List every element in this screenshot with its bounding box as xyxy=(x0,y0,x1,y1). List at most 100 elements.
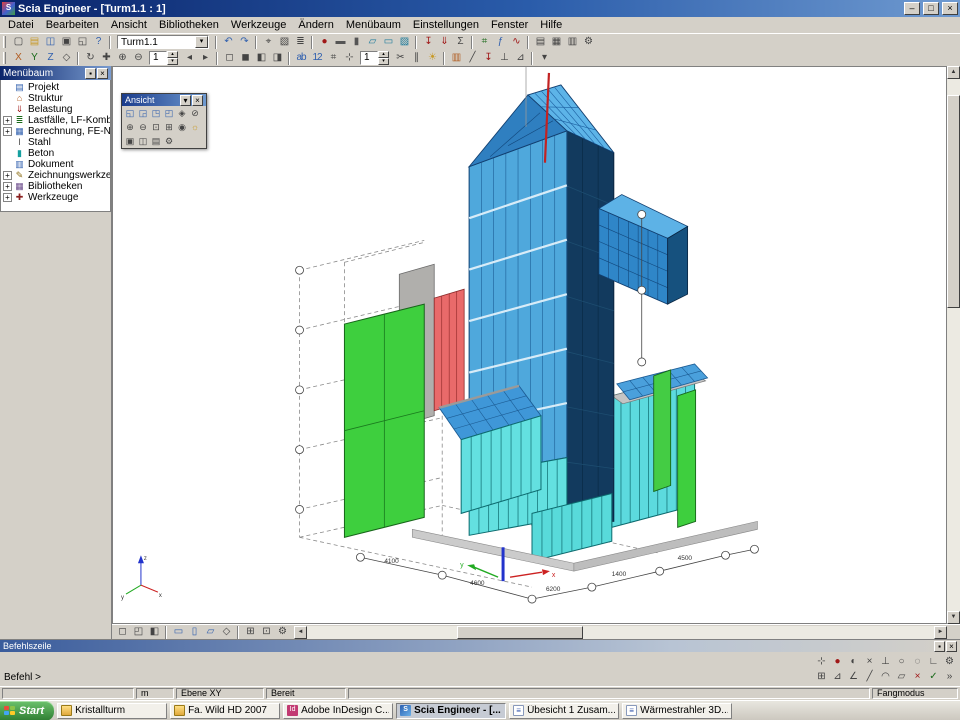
select-rect-icon[interactable]: ▧ xyxy=(276,35,292,50)
redo-icon[interactable]: ↷ xyxy=(236,35,252,50)
results-icon[interactable]: ∿ xyxy=(508,35,524,50)
clipping-icon[interactable]: ✂ xyxy=(392,51,408,66)
menu-menübaum[interactable]: Menübaum xyxy=(340,18,407,32)
toolbar-grip[interactable] xyxy=(3,52,6,64)
pin-icon[interactable]: ▪ xyxy=(85,68,96,79)
select-icon[interactable]: ⌖ xyxy=(260,35,276,50)
help-icon[interactable]: ? xyxy=(90,35,106,50)
restore-button[interactable]: □ xyxy=(923,2,939,15)
scrollbar-track[interactable] xyxy=(947,79,960,611)
sidebar-item-werkzeuge[interactable]: +✚Werkzeuge xyxy=(3,192,110,203)
spin-up-icon[interactable]: ▴ xyxy=(378,51,389,58)
menu-bearbeiten[interactable]: Bearbeiten xyxy=(40,18,105,32)
layers-icon[interactable]: ≣ xyxy=(292,35,308,50)
horizontal-scrollbar[interactable]: ◄ ► xyxy=(294,626,947,639)
input-polygon-icon[interactable]: ▱ xyxy=(893,669,909,684)
spin-down-icon[interactable]: ▾ xyxy=(378,58,389,65)
hidden-lines-icon[interactable]: ◰ xyxy=(130,625,146,640)
view-top-icon[interactable]: ◱ xyxy=(123,107,136,120)
zoom-window-icon[interactable]: ⊡ xyxy=(149,121,162,134)
members-icon[interactable]: ╱ xyxy=(464,51,480,66)
title-bar[interactable]: S Scia Engineer - [Turm1.1 : 1] – □ × xyxy=(0,0,960,17)
plane-xz-icon[interactable]: ▯ xyxy=(186,625,202,640)
menu-datei[interactable]: Datei xyxy=(2,18,40,32)
load-combination-icon[interactable]: Σ xyxy=(452,35,468,50)
expand-icon[interactable]: + xyxy=(3,193,12,202)
view-settings-icon[interactable]: ⚙ xyxy=(162,135,175,148)
right-green-wall-outer[interactable] xyxy=(678,390,696,528)
scroll-left-icon[interactable]: ◄ xyxy=(294,626,307,639)
scrollbar-thumb[interactable] xyxy=(947,95,960,308)
rendered-icon[interactable]: ◧ xyxy=(253,51,269,66)
print-view-icon[interactable]: ▣ xyxy=(123,135,136,148)
toolbar-grip[interactable] xyxy=(3,36,6,48)
wireframe-icon[interactable]: ◻ xyxy=(114,625,130,640)
load-case-icon[interactable]: ⇓ xyxy=(436,35,452,50)
menu-ändern[interactable]: Ändern xyxy=(292,18,339,32)
project-item-combobox[interactable]: Turm1.1 ▾ xyxy=(117,35,209,49)
coord-absolute-icon[interactable]: ⊞ xyxy=(813,669,829,684)
plane-yz-icon[interactable]: ▱ xyxy=(202,625,218,640)
snap-circle-icon[interactable]: ○ xyxy=(893,654,909,669)
zoom-all-icon[interactable]: ⊞ xyxy=(242,625,258,640)
chevron-down-icon[interactable]: ▾ xyxy=(195,36,208,48)
view-side-icon[interactable]: ◳ xyxy=(149,107,162,120)
sidebar-item-belastung[interactable]: ⇓Belastung xyxy=(3,104,110,115)
sidebar-item-dokument[interactable]: ▥Dokument xyxy=(3,159,110,170)
model-viewport[interactable]: x y z x y xyxy=(112,66,947,624)
menu-fenster[interactable]: Fenster xyxy=(485,18,534,32)
view-settings-icon[interactable]: ⚙ xyxy=(274,625,290,640)
right-green-wall-inner[interactable] xyxy=(654,370,671,492)
wall-icon[interactable]: ▭ xyxy=(380,35,396,50)
undo-icon[interactable]: ↶ xyxy=(220,35,236,50)
colors-icon[interactable]: ▥ xyxy=(448,51,464,66)
save-view-icon[interactable]: ▤ xyxy=(149,135,162,148)
new-icon[interactable]: ▢ xyxy=(10,35,26,50)
spin-down-icon[interactable]: ▾ xyxy=(167,58,178,65)
ansicht-toolbar-header[interactable]: Ansicht ▾ × xyxy=(122,94,206,106)
snap-midpoint-icon[interactable]: ◐ xyxy=(845,654,861,669)
transparent-icon[interactable]: ◨ xyxy=(269,51,285,66)
snap-perpendicular-icon[interactable]: ⊥ xyxy=(877,654,893,669)
taskbar-item-kristallturm[interactable]: Kristallturm xyxy=(57,703,167,719)
lock-view-icon[interactable]: ⊘ xyxy=(188,107,201,120)
print-preview-icon[interactable]: ◱ xyxy=(74,35,90,50)
spin-up-icon[interactable]: ▴ xyxy=(167,51,178,58)
sidebar-item-struktur[interactable]: ⌂Struktur xyxy=(3,93,110,104)
coord-polar-icon[interactable]: ∠ xyxy=(845,669,861,684)
copy-view-icon[interactable]: ◫ xyxy=(136,135,149,148)
gallery-icon[interactable]: ▦ xyxy=(548,35,564,50)
snap-icon[interactable]: ⊹ xyxy=(341,51,357,66)
section-icon[interactable]: ∥ xyxy=(408,51,424,66)
scroll-up-icon[interactable]: ▲ xyxy=(947,66,960,79)
snap-settings-icon[interactable]: ⚙ xyxy=(941,654,957,669)
command-input[interactable] xyxy=(45,672,809,683)
menu-ansicht[interactable]: Ansicht xyxy=(105,18,153,32)
zoom-all-icon[interactable]: ⊞ xyxy=(162,121,175,134)
model-canvas[interactable]: x y z x y xyxy=(113,67,946,623)
menu-tree-header[interactable]: Menübaum ▪ × xyxy=(0,66,111,80)
taskbar-item-fa-wild-hd-2007[interactable]: Fa. Wild HD 2007 xyxy=(170,703,280,719)
zoom-out-icon[interactable]: ⊖ xyxy=(136,121,149,134)
sidebar-item-berechnung-fe-netz[interactable]: +▦Berechnung, FE-Netz xyxy=(3,126,110,137)
input-line-icon[interactable]: ╱ xyxy=(861,669,877,684)
document-icon[interactable]: ▤ xyxy=(532,35,548,50)
menu-werkzeuge[interactable]: Werkzeuge xyxy=(225,18,292,32)
load-icon[interactable]: ↧ xyxy=(420,35,436,50)
pin-icon[interactable]: ▪ xyxy=(934,641,945,652)
close-icon[interactable]: × xyxy=(192,95,203,106)
plate-icon[interactable]: ▱ xyxy=(364,35,380,50)
taskbar-item-wärmestrahler-3d-[interactable]: ≡Wärmestrahler 3D... xyxy=(622,703,732,719)
column-icon[interactable]: ▮ xyxy=(348,35,364,50)
more-options-icon[interactable]: » xyxy=(941,669,957,684)
view-z-icon[interactable]: Z xyxy=(42,51,58,66)
pan-icon[interactable]: ✚ xyxy=(98,51,114,66)
sidebar-item-lastfälle-lf-kombination[interactable]: +≣Lastfälle, LF-Kombination xyxy=(3,115,110,126)
taskbar-item-scia-engineer-[interactable]: SScia Engineer - [... xyxy=(396,703,506,719)
coord-relative-icon[interactable]: ⊿ xyxy=(829,669,845,684)
perspective-icon[interactable]: ◈ xyxy=(175,107,188,120)
snap-ortho-icon[interactable]: ∟ xyxy=(925,654,941,669)
numbering-icon[interactable]: 12 xyxy=(309,51,325,66)
expand-icon[interactable]: + xyxy=(3,182,12,191)
scrollbar-thumb[interactable] xyxy=(457,626,582,639)
